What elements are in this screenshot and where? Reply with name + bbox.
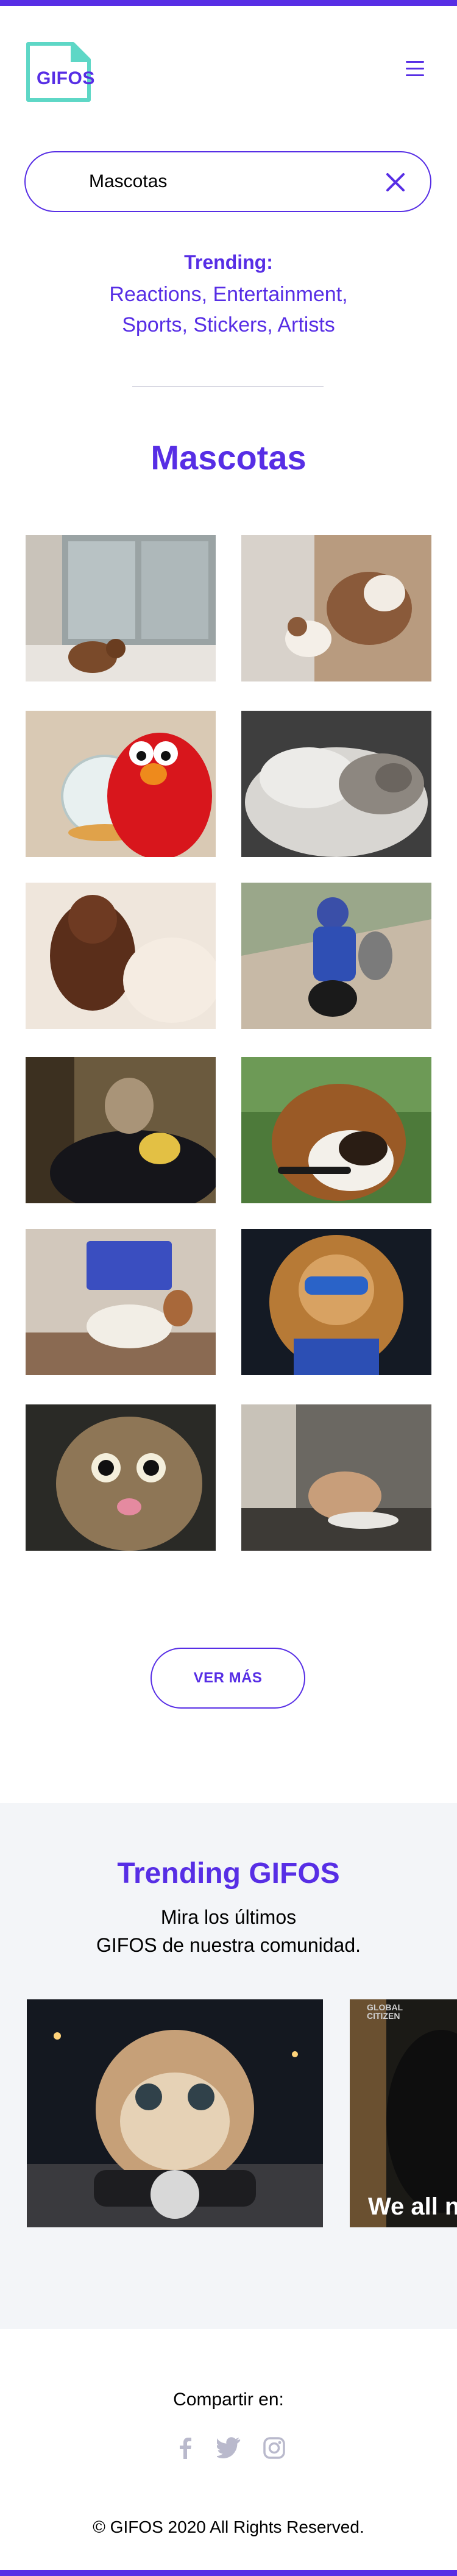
gif-result[interactable]	[26, 535, 216, 681]
gif-image	[27, 1999, 323, 2227]
gif-image	[26, 1057, 216, 1203]
results-title: Mascotas	[151, 438, 306, 477]
gif-image	[241, 711, 431, 857]
global-citizen-logo: GLOBAL CITIZEN	[367, 2002, 403, 2021]
gif-image	[241, 1229, 431, 1375]
search-bar	[24, 151, 431, 212]
trending-list: Reactions, Entertainment, Sports, Sticke…	[101, 279, 356, 340]
gif-image	[241, 883, 431, 1029]
ver-mas-button[interactable]: VER MÁS	[151, 1648, 305, 1709]
gif-result[interactable]	[26, 711, 216, 857]
trending-term-artists[interactable]: Artists	[277, 313, 335, 336]
divider	[132, 386, 324, 387]
twitter-icon[interactable]	[217, 2436, 241, 2460]
gif-image	[241, 535, 431, 681]
gif-image	[26, 1229, 216, 1375]
trending-title: Trending:	[184, 251, 273, 273]
menu-button[interactable]	[405, 61, 425, 80]
bottom-accent-bar	[0, 2570, 457, 2576]
trending-gifos-title: Trending GIFOS	[117, 1857, 340, 1890]
gifos-logo[interactable]: GIFOS	[26, 41, 94, 102]
gif-result[interactable]	[241, 1404, 431, 1551]
hamburger-icon-bar	[406, 68, 424, 69]
hamburger-icon-bar	[406, 74, 424, 76]
gif-result[interactable]	[241, 883, 431, 1029]
hamburger-icon-bar	[406, 61, 424, 63]
gif-result[interactable]	[241, 711, 431, 857]
gif-image	[26, 535, 216, 681]
search-input[interactable]	[89, 168, 357, 195]
gif-result[interactable]	[26, 1057, 216, 1203]
gif-caption: We all n	[368, 2193, 457, 2220]
trending-term-stickers[interactable]: Stickers,	[193, 313, 272, 336]
trending-gif[interactable]: GLOBAL CITIZEN We all n	[350, 1999, 457, 2227]
trending-gif[interactable]	[27, 1999, 323, 2227]
share-label: Compartir en:	[173, 2389, 284, 2410]
trending-gifos-subtitle-line1: Mira los últimos	[160, 1906, 297, 1928]
facebook-icon[interactable]	[173, 2436, 197, 2460]
gif-result[interactable]	[241, 1057, 431, 1203]
gif-image	[241, 1404, 431, 1551]
instagram-icon[interactable]	[262, 2436, 286, 2460]
gif-image	[26, 711, 216, 857]
top-accent-bar	[0, 0, 457, 6]
gif-image	[26, 1404, 216, 1551]
trending-term-sports[interactable]: Sports,	[122, 313, 188, 336]
close-icon[interactable]	[381, 168, 409, 196]
gif-image	[241, 1057, 431, 1203]
copyright-text: © GIFOS 2020 All Rights Reserved.	[93, 2517, 364, 2536]
gif-result[interactable]	[241, 535, 431, 681]
trending-gifos-subtitle-line2: GIFOS de nuestra comunidad.	[96, 1934, 361, 1956]
trending-term-reactions[interactable]: Reactions,	[109, 283, 207, 306]
gif-result[interactable]	[26, 883, 216, 1029]
gif-result[interactable]	[26, 1229, 216, 1375]
logo-text: GIFOS	[37, 68, 95, 88]
gif-result[interactable]	[241, 1229, 431, 1375]
trending-gifos-section: Trending GIFOS Mira los últimos GIFOS de…	[0, 1803, 457, 2329]
trending-gifos-subtitle: Mira los últimos GIFOS de nuestra comuni…	[76, 1903, 381, 1959]
gif-image	[26, 883, 216, 1029]
trending-term-entertainment[interactable]: Entertainment,	[213, 283, 347, 306]
gif-result[interactable]	[26, 1404, 216, 1551]
